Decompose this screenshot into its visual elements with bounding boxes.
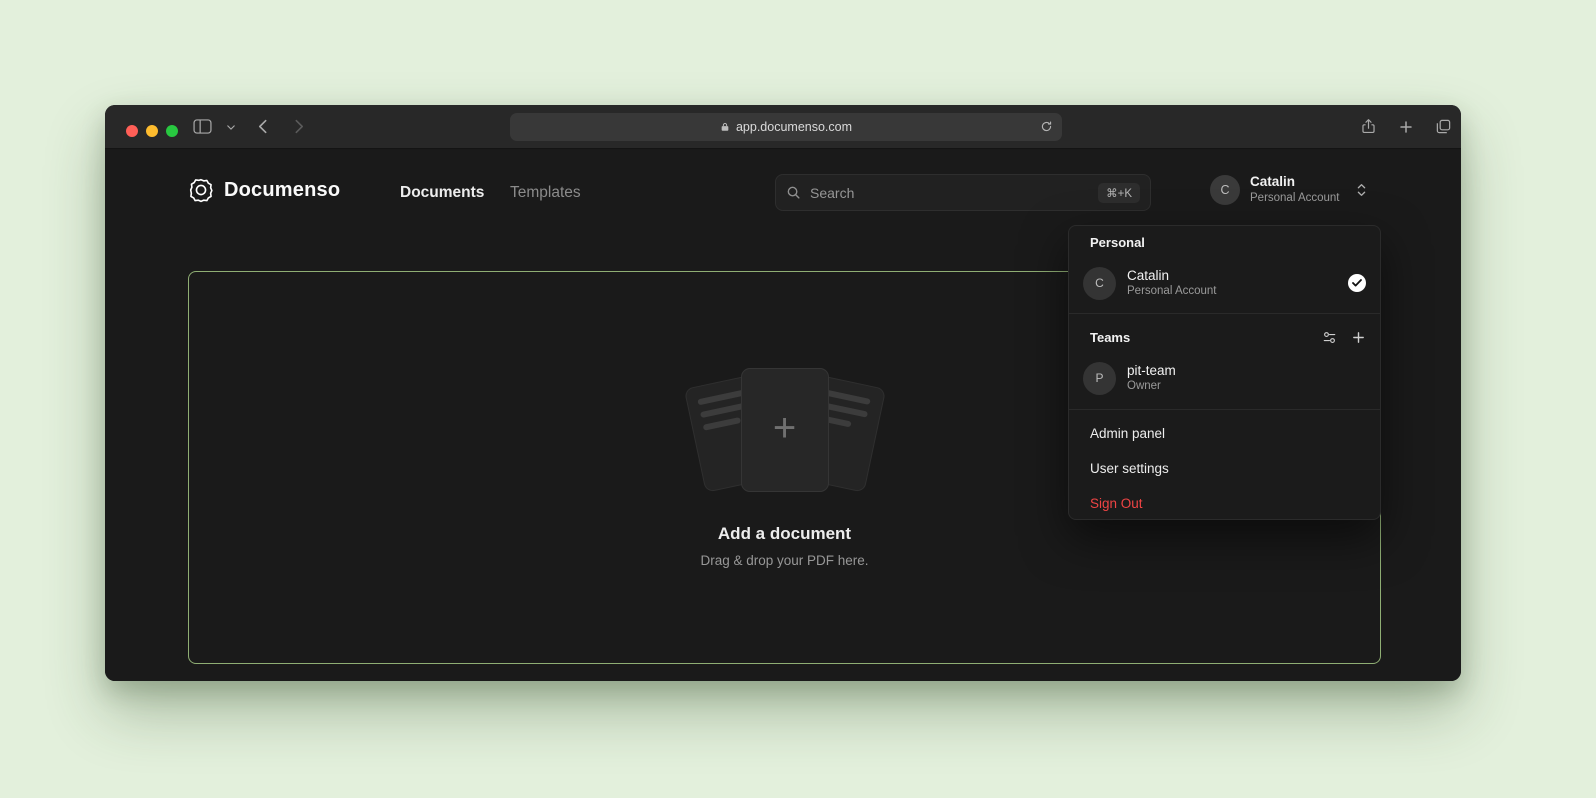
sidebar-icon (193, 119, 212, 134)
sidebar-toggle-button[interactable] (193, 119, 212, 134)
browser-titlebar: app.documenso.com (105, 105, 1461, 149)
document-card-add: + (741, 368, 829, 492)
search-icon (786, 185, 801, 200)
documenso-app: Documenso Documents Templates Search ⌘+K… (105, 150, 1461, 681)
plus-icon (1398, 119, 1414, 135)
menu-team-pit-team[interactable]: P pit-team Owner (1069, 354, 1380, 402)
zoom-window-button[interactable] (166, 125, 178, 137)
close-window-button[interactable] (126, 125, 138, 137)
nav-templates[interactable]: Templates (510, 184, 581, 202)
back-button[interactable] (258, 119, 267, 134)
brand-name: Documenso (224, 179, 340, 202)
menu-teams-header: Teams (1090, 326, 1366, 348)
sidebar-chevron-button[interactable] (227, 125, 235, 130)
window-controls (126, 125, 178, 137)
nav-documents[interactable]: Documents (400, 184, 484, 202)
document-stack-illustration: + (678, 360, 892, 512)
address-bar[interactable]: app.documenso.com (510, 113, 1062, 141)
selected-check-icon (1348, 274, 1366, 292)
account-avatar: C (1210, 175, 1240, 205)
chevron-left-icon (258, 119, 267, 134)
menu-user-settings[interactable]: User settings (1069, 451, 1380, 486)
documenso-logo-icon (188, 177, 214, 203)
personal-name: Catalin (1127, 267, 1217, 285)
new-tab-button[interactable] (1398, 119, 1414, 135)
search-input[interactable]: Search ⌘+K (775, 174, 1151, 211)
browser-window: app.documenso.com Documenso Docu (105, 105, 1461, 681)
menu-sign-out[interactable]: Sign Out (1069, 486, 1380, 521)
dropzone-subtitle: Drag & drop your PDF here. (189, 553, 1380, 568)
lock-icon (720, 122, 730, 132)
search-placeholder: Search (810, 185, 854, 201)
add-plus-icon: + (773, 408, 796, 448)
personal-type: Personal Account (1127, 284, 1217, 299)
add-team-icon[interactable] (1351, 330, 1366, 345)
chevron-down-icon (227, 125, 235, 130)
menu-divider (1069, 313, 1380, 314)
team-avatar: P (1083, 362, 1116, 395)
account-dropdown-menu: Personal C Catalin Personal Account Team… (1068, 225, 1381, 520)
account-type: Personal Account (1250, 191, 1340, 205)
share-icon (1360, 118, 1377, 135)
tab-overview-button[interactable] (1435, 118, 1452, 135)
brand[interactable]: Documenso (188, 177, 340, 203)
reload-icon[interactable] (1040, 120, 1053, 133)
personal-avatar: C (1083, 267, 1116, 300)
menu-divider (1069, 409, 1380, 410)
desktop-background: app.documenso.com Documenso Docu (0, 0, 1596, 798)
chevron-right-icon (295, 119, 304, 134)
account-text: Catalin Personal Account (1250, 174, 1340, 205)
menu-teams-label: Teams (1090, 330, 1130, 345)
chevron-updown-icon (1356, 182, 1367, 198)
minimize-window-button[interactable] (146, 125, 158, 137)
manage-teams-icon[interactable] (1322, 330, 1337, 345)
share-button[interactable] (1360, 118, 1377, 135)
search-shortcut-badge: ⌘+K (1098, 183, 1140, 203)
menu-personal-label: Personal (1090, 235, 1145, 250)
url-text: app.documenso.com (736, 120, 852, 134)
menu-personal-account[interactable]: C Catalin Personal Account (1069, 259, 1380, 307)
team-name: pit-team (1127, 362, 1176, 380)
dropzone-title: Add a document (189, 524, 1380, 544)
account-menu-button[interactable]: C Catalin Personal Account (1210, 174, 1367, 205)
team-role: Owner (1127, 379, 1176, 394)
menu-admin-panel[interactable]: Admin panel (1069, 416, 1380, 451)
tabs-icon (1435, 118, 1452, 135)
forward-button[interactable] (295, 119, 304, 134)
account-name: Catalin (1250, 174, 1340, 191)
